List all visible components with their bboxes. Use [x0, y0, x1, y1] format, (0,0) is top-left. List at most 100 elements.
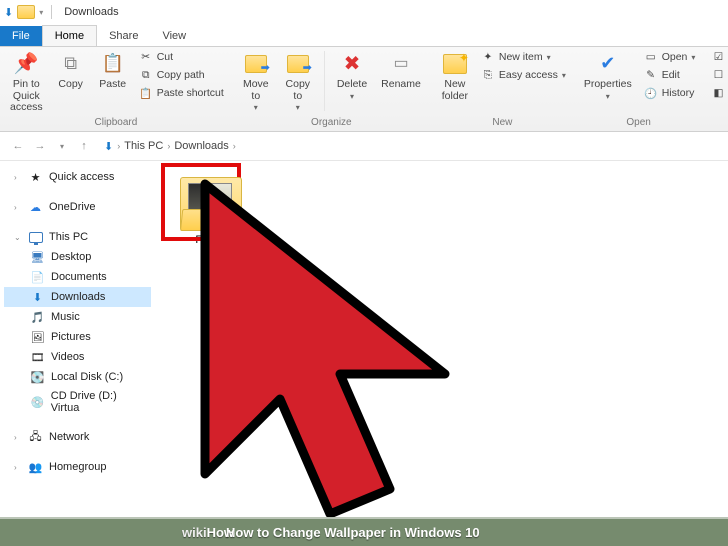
cloud-icon: ☁ [28, 200, 43, 214]
paste-icon: 📋 [99, 51, 127, 77]
new-folder-button[interactable]: ✦ New folder [437, 49, 473, 104]
tab-share[interactable]: Share [97, 26, 150, 46]
collapse-icon[interactable]: ⌄ [14, 233, 22, 242]
new-item-icon: ✦ [481, 50, 495, 64]
select-none-button[interactable]: ☐Select none [709, 67, 728, 83]
folder-icon[interactable] [17, 5, 35, 19]
tab-file[interactable]: File [0, 26, 42, 46]
expand-icon[interactable]: › [14, 203, 22, 212]
tab-home[interactable]: Home [42, 25, 97, 46]
disk-icon: 💽 [30, 370, 45, 384]
easy-access-button[interactable]: ⎘Easy access [479, 67, 568, 83]
sidebar-item-music[interactable]: 🎵Music [4, 307, 151, 327]
pin-to-quick-access-button[interactable]: 📌 Pin to Quick access [6, 49, 47, 116]
cd-icon: 💿 [30, 395, 45, 409]
content-pane[interactable]: Forest [155, 161, 728, 517]
invert-selection-button[interactable]: ◧Invert selection [709, 85, 728, 101]
group-label: Open [580, 117, 698, 130]
group-label: Organize [238, 117, 425, 130]
sidebar-item-onedrive[interactable]: ›☁OneDrive [4, 197, 151, 217]
group-new: ✦ New folder ✦New item ⎘Easy access New [431, 47, 574, 131]
rename-button[interactable]: ▭ Rename [377, 49, 425, 93]
cut-button[interactable]: ✂Cut [137, 49, 226, 65]
breadcrumb-down-icon[interactable]: ⬇ [104, 140, 113, 153]
history-icon: 🕘 [644, 86, 658, 100]
sidebar-item-quick-access[interactable]: ›★Quick access [4, 167, 151, 187]
recent-dropdown[interactable]: ▾ [54, 138, 70, 154]
open-icon: ▭ [644, 50, 658, 64]
open-button[interactable]: ▭Open [642, 49, 698, 65]
copy-path-icon: ⧉ [139, 68, 153, 82]
folder-thumbnail [180, 177, 242, 231]
expand-icon[interactable]: › [14, 433, 22, 442]
sidebar-item-homegroup[interactable]: ›👥Homegroup [4, 457, 151, 477]
copy-icon: ⧉ [57, 51, 85, 77]
sidebar-item-desktop[interactable]: 🖥Desktop [4, 247, 151, 267]
expand-icon[interactable]: › [14, 463, 22, 472]
chevron-icon[interactable]: › [167, 141, 170, 151]
back-button[interactable]: ← [10, 138, 26, 154]
tab-view[interactable]: View [150, 26, 198, 46]
group-open: ✔ Properties ▭Open ✎Edit 🕘History Open [574, 47, 704, 131]
main: ›★Quick access ›☁OneDrive ⌄This PC 🖥Desk… [0, 161, 728, 517]
sidebar-item-documents[interactable]: 📄Documents [4, 267, 151, 287]
sidebar-item-pictures[interactable]: 🖼Pictures [4, 327, 151, 347]
copy-path-button[interactable]: ⧉Copy path [137, 67, 226, 83]
paste-shortcut-button[interactable]: 📋Paste shortcut [137, 85, 226, 101]
downloads-icon: ⬇ [30, 290, 45, 304]
title-bar: ⬇ ▾ Downloads [0, 0, 728, 24]
rename-icon: ▭ [387, 51, 415, 77]
star-icon: ★ [28, 170, 43, 184]
pin-icon: 📌 [12, 51, 40, 77]
paste-shortcut-icon: 📋 [139, 86, 153, 100]
sidebar-item-videos[interactable]: 🎞Videos [4, 347, 151, 367]
group-select: ☑Select all ☐Select none ◧Invert selecti… [703, 47, 728, 131]
chevron-icon[interactable]: › [117, 141, 120, 151]
delete-icon: ✖ [338, 51, 366, 77]
delete-button[interactable]: ✖ Delete [333, 49, 371, 103]
invert-selection-icon: ◧ [711, 86, 725, 100]
pc-icon [28, 230, 43, 244]
group-label: Select [709, 117, 728, 130]
new-item-button[interactable]: ✦New item [479, 49, 568, 65]
select-all-button[interactable]: ☑Select all [709, 49, 728, 65]
group-clipboard: 📌 Pin to Quick access ⧉ Copy 📋 Paste ✂Cu… [0, 47, 232, 131]
qat-dropdown-icon[interactable]: ▾ [39, 8, 43, 17]
copy-to-button[interactable]: ➡ Copy to [280, 49, 316, 115]
chevron-icon[interactable]: › [233, 141, 236, 151]
sidebar-item-network[interactable]: ›🖧Network [4, 427, 151, 447]
forward-button[interactable]: → [32, 138, 48, 154]
network-icon: 🖧 [28, 430, 43, 444]
history-button[interactable]: 🕘History [642, 85, 698, 101]
down-arrow-icon[interactable]: ⬇ [4, 6, 13, 19]
sidebar-item-this-pc[interactable]: ⌄This PC [4, 227, 151, 247]
desktop-icon: 🖥 [30, 250, 45, 264]
breadcrumb-this-pc[interactable]: This PC [124, 140, 163, 152]
group-label: New [437, 117, 568, 130]
move-to-icon: ➡ [242, 51, 270, 77]
properties-button[interactable]: ✔ Properties [580, 49, 636, 103]
edit-button[interactable]: ✎Edit [642, 67, 698, 83]
paste-button[interactable]: 📋 Paste [95, 49, 131, 93]
new-folder-icon: ✦ [441, 51, 469, 77]
navigation-pane: ›★Quick access ›☁OneDrive ⌄This PC 🖥Desk… [0, 161, 155, 517]
group-organize: ➡ Move to ➡ Copy to ✖ Delete ▭ Rename Or… [232, 47, 431, 131]
ribbon-tabs: File Home Share View [0, 24, 728, 46]
window-title: Downloads [64, 6, 118, 18]
up-button[interactable]: ↑ [76, 138, 92, 154]
wikihow-logo: wikiHow [182, 525, 234, 540]
address-bar: ← → ▾ ↑ ⬇ › This PC › Downloads › [0, 132, 728, 160]
sidebar-item-cd-drive[interactable]: 💿CD Drive (D:) Virtua [4, 387, 151, 417]
expand-icon[interactable]: › [14, 173, 22, 182]
sidebar-item-local-disk[interactable]: 💽Local Disk (C:) [4, 367, 151, 387]
breadcrumb-downloads[interactable]: Downloads [174, 140, 228, 152]
move-to-button[interactable]: ➡ Move to [238, 49, 274, 115]
pictures-icon: 🖼 [30, 330, 45, 344]
edit-icon: ✎ [644, 68, 658, 82]
wikihow-banner: wikiHow How to Change Wallpaper in Windo… [0, 517, 728, 546]
copy-to-icon: ➡ [284, 51, 312, 77]
sidebar-item-downloads[interactable]: ⬇Downloads [4, 287, 151, 307]
music-icon: 🎵 [30, 310, 45, 324]
banner-title: How to Change Wallpaper in Windows 10 [226, 525, 480, 540]
copy-button[interactable]: ⧉ Copy [53, 49, 89, 93]
